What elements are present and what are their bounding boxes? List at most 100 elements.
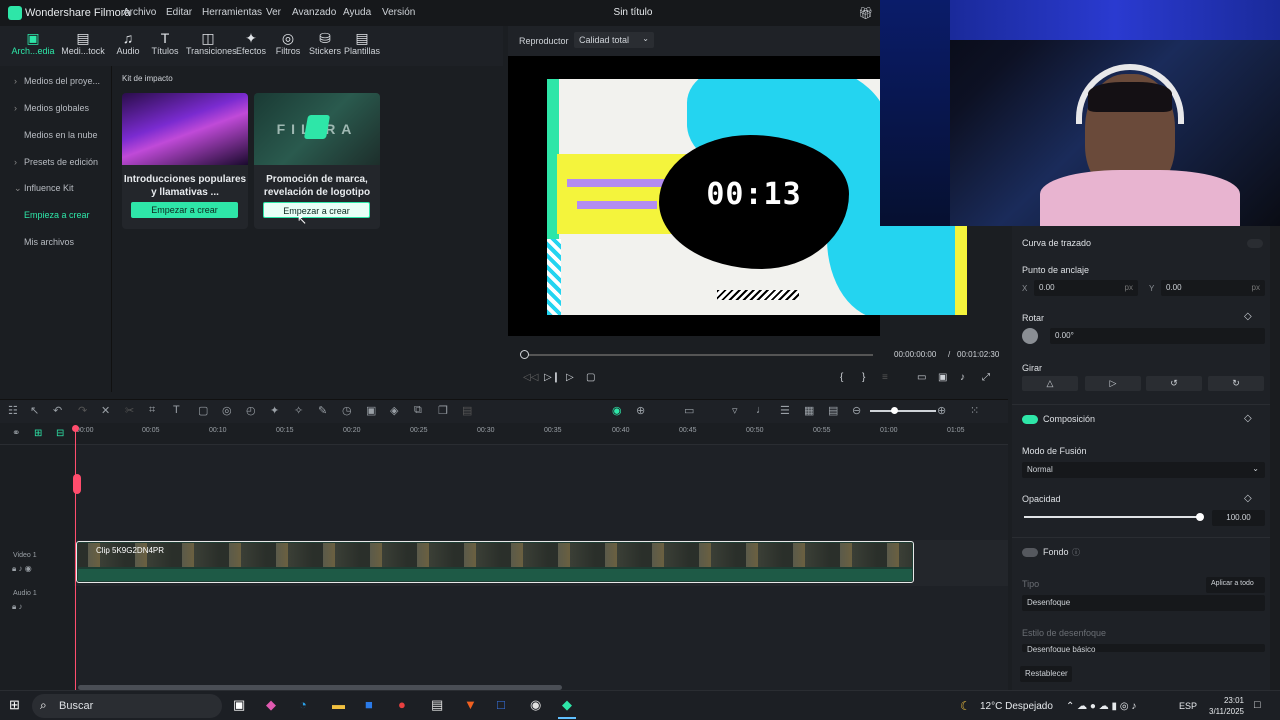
menu-ver[interactable]: Ver bbox=[266, 7, 281, 18]
scrubber-handle[interactable] bbox=[520, 350, 529, 359]
tab-transitions[interactable]: ◫ Transiciones bbox=[186, 30, 237, 56]
keyframe-diamond-icon[interactable]: ◇ bbox=[1244, 493, 1252, 504]
stop-icon[interactable]: ▢ bbox=[586, 372, 595, 383]
quality-dropdown[interactable]: Calidad total ⌄ bbox=[574, 32, 654, 48]
file-explorer-icon[interactable]: ▬ bbox=[332, 697, 345, 712]
help-icon[interactable]: ⓘ bbox=[1072, 547, 1080, 558]
app-icon[interactable]: ● bbox=[398, 697, 406, 712]
playhead[interactable] bbox=[75, 428, 76, 690]
copilot-icon[interactable]: ◆ bbox=[266, 697, 276, 713]
gift-icon[interactable]: 🎁︎ bbox=[858, 6, 873, 20]
text-icon[interactable]: T bbox=[173, 404, 180, 416]
weather-text[interactable]: 12°C Despejado bbox=[980, 701, 1053, 712]
color-icon[interactable]: ◎ bbox=[222, 404, 232, 417]
frame-icon[interactable]: ▣ bbox=[366, 404, 376, 417]
app-c-icon[interactable]: □ bbox=[497, 697, 505, 712]
effects-icon[interactable]: ✧ bbox=[294, 404, 303, 417]
brave-icon[interactable]: ▼ bbox=[464, 697, 477, 712]
opacity-slider-handle[interactable] bbox=[1196, 513, 1204, 521]
tab-titles[interactable]: T Títulos bbox=[143, 30, 187, 56]
menu-ayuda[interactable]: Ayuda bbox=[343, 7, 371, 18]
properties-scrollbar[interactable] bbox=[1270, 226, 1280, 690]
track-manager-icon[interactable]: ⊟ bbox=[56, 428, 64, 439]
mark-out-icon[interactable]: } bbox=[862, 372, 865, 383]
outlook-icon[interactable]: ■ bbox=[365, 697, 373, 712]
rotate-left-button[interactable]: ↺ bbox=[1146, 376, 1202, 391]
tab-stock-media[interactable]: ▤ Medi...tock bbox=[61, 30, 105, 56]
clock[interactable]: 23:01 3/11/2025 bbox=[1204, 695, 1244, 717]
edge-icon[interactable]: ◔ bbox=[299, 697, 307, 712]
shape-icon[interactable]: ▢ bbox=[198, 404, 208, 417]
store-icon[interactable]: ▤ bbox=[431, 697, 443, 713]
zoom-out-icon[interactable]: ⊖ bbox=[852, 404, 861, 417]
subtitle-icon[interactable]: ▦ bbox=[804, 404, 814, 417]
template-card[interactable]: FIL RA Promoción de marca, revelación de … bbox=[254, 93, 380, 229]
zoom-slider[interactable] bbox=[870, 410, 936, 412]
snap-icon[interactable]: ⊕ bbox=[636, 404, 645, 417]
zoom-in-icon[interactable]: ⊕ bbox=[937, 404, 946, 417]
rotate-input[interactable]: 0.00° bbox=[1050, 328, 1265, 344]
filmora-taskbar-icon[interactable]: ◆ bbox=[562, 697, 572, 713]
volume-icon[interactable]: ♪ bbox=[960, 372, 965, 383]
start-creating-button[interactable]: Empezar a crear bbox=[131, 202, 238, 218]
caption-icon[interactable]: ▤ bbox=[828, 404, 838, 417]
playhead-marker[interactable] bbox=[73, 474, 81, 494]
playhead-handle[interactable] bbox=[72, 425, 79, 432]
layout-grid-icon[interactable]: ☷ bbox=[8, 404, 18, 417]
task-view-icon[interactable]: ▣ bbox=[233, 697, 245, 713]
audio-mix-icon[interactable]: ☰ bbox=[780, 404, 790, 417]
tab-templates[interactable]: ▤ Plantillas bbox=[340, 30, 384, 56]
play-icon[interactable]: ▷ bbox=[566, 372, 574, 383]
anchor-x-input[interactable]: 0.00 px bbox=[1034, 280, 1138, 296]
background-toggle[interactable] bbox=[1022, 548, 1038, 557]
notification-icon[interactable]: □ bbox=[1254, 699, 1261, 711]
composition-toggle[interactable] bbox=[1022, 415, 1038, 424]
windows-start-icon[interactable]: ⊞ bbox=[9, 697, 20, 713]
obs-icon[interactable]: ◉ bbox=[530, 697, 541, 713]
sidebar-item-influence-kit[interactable]: ⌄ Influence Kit bbox=[14, 183, 74, 194]
blend-mode-select[interactable]: Normal ⌄ bbox=[1022, 462, 1265, 478]
playback-scrubber[interactable] bbox=[524, 354, 873, 356]
menu-avanzado[interactable]: Avanzado bbox=[292, 7, 336, 18]
sidebar-item-cloud-media[interactable]: Medios en la nube bbox=[14, 130, 98, 140]
undo-icon[interactable]: ↶ bbox=[53, 404, 62, 417]
render-icon[interactable]: ◉ bbox=[612, 404, 622, 417]
sidebar-item-project-media[interactable]: › Medios del proye... bbox=[14, 76, 100, 86]
opacity-slider[interactable] bbox=[1024, 516, 1200, 518]
keyframe-diamond-icon[interactable]: ◇ bbox=[1244, 311, 1252, 322]
sidebar-item-my-files[interactable]: Mis archivos bbox=[14, 237, 74, 247]
sidebar-item-start-creating[interactable]: Empieza a crear bbox=[14, 210, 90, 220]
step-forward-icon[interactable]: ▷❙ bbox=[544, 372, 560, 383]
more-options-icon[interactable]: ⁙ bbox=[970, 404, 979, 417]
flip-vertical-button[interactable]: △ bbox=[1022, 376, 1078, 391]
menu-archivo[interactable]: Archivo bbox=[123, 7, 156, 18]
copy-icon[interactable]: ❐ bbox=[438, 404, 448, 417]
keyframe-diamond-icon[interactable]: ◇ bbox=[1244, 413, 1252, 424]
anchor-y-input[interactable]: 0.00 px bbox=[1161, 280, 1265, 296]
menu-version[interactable]: Versión bbox=[382, 7, 415, 18]
start-creating-button[interactable]: Empezar a crear bbox=[263, 202, 370, 218]
zoom-slider-handle[interactable] bbox=[891, 407, 898, 414]
tab-media[interactable]: ▣ Arch...edia bbox=[11, 30, 55, 56]
fullscreen-icon[interactable]: ⤢ bbox=[982, 372, 990, 383]
previous-frame-icon[interactable]: ◁◁ bbox=[523, 372, 538, 383]
crop-icon[interactable]: ⌗ bbox=[149, 404, 155, 417]
microphone-icon[interactable]: ♩ bbox=[756, 404, 767, 416]
link-icon[interactable]: ⚭ bbox=[12, 428, 20, 439]
taskbar-search[interactable]: ⌕ Buscar bbox=[32, 694, 222, 718]
template-card[interactable]: Introducciones populares y llamativas ...… bbox=[122, 93, 248, 229]
menu-editar[interactable]: Editar bbox=[166, 7, 192, 18]
sidebar-item-global-media[interactable]: › Medios globales bbox=[14, 103, 89, 113]
tray-icons[interactable]: ⌃ ☁ ● ☁ ▮ ◎ ♪ bbox=[1066, 701, 1136, 712]
mask-icon[interactable]: ◈ bbox=[390, 404, 398, 417]
language-indicator[interactable]: ESP bbox=[1179, 701, 1197, 711]
snapshot-icon[interactable]: ▣ bbox=[938, 372, 947, 383]
track-controls[interactable]: 🔒︎ ♪ ◉ bbox=[12, 564, 32, 574]
menu-herramientas[interactable]: Herramientas bbox=[202, 7, 262, 18]
audio-track-controls[interactable]: 🔒︎ ♪ bbox=[12, 602, 22, 612]
group-icon[interactable]: ⧉ bbox=[414, 404, 422, 417]
timer-icon[interactable]: ◷ bbox=[342, 404, 352, 417]
select-tool-icon[interactable]: ↖ bbox=[30, 404, 39, 417]
opacity-input[interactable]: 100.00 bbox=[1212, 510, 1265, 526]
delete-icon[interactable]: ✕ bbox=[101, 404, 110, 417]
